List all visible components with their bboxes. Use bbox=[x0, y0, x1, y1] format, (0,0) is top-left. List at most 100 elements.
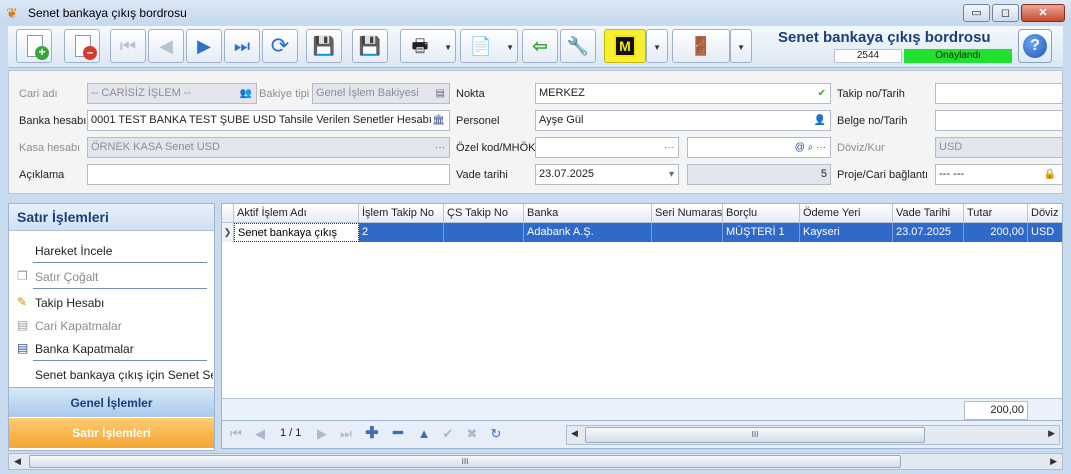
column-header-doviz[interactable]: Döviz bbox=[1028, 204, 1062, 223]
export-pdf-button[interactable]: 📄 ▼ bbox=[460, 29, 518, 63]
bakiye-tipi-field[interactable]: Genel İşlem Bakiyesi ▤ bbox=[312, 83, 450, 104]
column-header-vade-tarihi[interactable]: Vade Tarihi bbox=[893, 204, 964, 223]
tab-satir-islemleri[interactable]: Satır İşlemleri bbox=[9, 418, 214, 448]
doviz-kur-field[interactable]: USD bbox=[935, 137, 1063, 158]
delete-document-button[interactable]: – bbox=[64, 29, 100, 63]
table-row-cell[interactable]: USD bbox=[1028, 223, 1062, 242]
proje-value: --- --- bbox=[939, 168, 965, 180]
m-module-dropdown[interactable]: ▼ bbox=[646, 29, 668, 63]
grid-corner bbox=[222, 204, 234, 223]
scroll-right-icon[interactable]: ▶ bbox=[1048, 428, 1055, 439]
kasa-hesabi-field[interactable]: ÖRNEK KASA Senet USD ··· bbox=[87, 137, 450, 158]
table-row-cell[interactable]: 200,00 bbox=[964, 223, 1028, 242]
save-button[interactable]: 💾 bbox=[306, 29, 342, 63]
chevron-down-icon: ▼ bbox=[737, 43, 745, 52]
import-button[interactable]: ⇦ bbox=[522, 29, 558, 63]
previous-record-button[interactable]: ◀ bbox=[148, 29, 184, 63]
exit-button[interactable]: 🚪 bbox=[672, 29, 730, 63]
mhok-field[interactable]: @ ⌕ ··· bbox=[687, 137, 831, 158]
divider bbox=[33, 360, 207, 361]
new-document-button[interactable]: + bbox=[16, 29, 52, 63]
table-row-cell[interactable]: 23.07.2025 bbox=[893, 223, 964, 242]
maximize-button[interactable]: ◻ bbox=[992, 4, 1019, 22]
tab-genel-islemler[interactable]: Genel İşlemler bbox=[9, 387, 214, 417]
refresh-icon[interactable]: ↻ bbox=[486, 425, 506, 443]
grid-horizontal-scrollbar[interactable]: ◀ III ▶ bbox=[566, 425, 1060, 445]
last-row-icon[interactable]: ⏭ bbox=[336, 425, 356, 443]
table-row-cell[interactable]: Adabank A.Ş. bbox=[524, 223, 652, 242]
delete-row-icon[interactable]: ━ bbox=[388, 425, 408, 443]
side-item-senet-sec[interactable]: Senet bankaya çıkış için Senet Seç bbox=[35, 368, 213, 382]
table-row-cell[interactable] bbox=[652, 223, 723, 242]
side-item-hareket-incele[interactable]: Hareket İncele bbox=[35, 244, 112, 258]
cancel-icon[interactable]: ✖ bbox=[462, 425, 482, 443]
takip-no-field[interactable] bbox=[935, 83, 1063, 104]
column-header-tutar[interactable]: Tutar bbox=[964, 204, 1028, 223]
window-horizontal-scrollbar[interactable]: ◀ III ▶ bbox=[8, 453, 1063, 470]
current-closing-icon: ▤ bbox=[17, 318, 29, 332]
nokta-field[interactable]: MERKEZ ✔ bbox=[535, 83, 831, 104]
column-header-islem-takip-no[interactable]: İşlem Takip No bbox=[359, 204, 444, 223]
previous-row-icon[interactable]: ◀ bbox=[250, 425, 270, 443]
toolbar: + – ⏮ ◀ ▶ ⏭ ⟳ 💾 💾 🖶 ▼ 📄 ▼ ⇦ 🔧 M ▼ 🚪 ▼ Se… bbox=[8, 26, 1063, 68]
add-row-icon[interactable]: ✚ bbox=[362, 425, 382, 443]
aciklama-field[interactable] bbox=[87, 164, 450, 185]
side-item-banka-kapatmalar[interactable]: Banka Kapatmalar bbox=[35, 342, 134, 356]
print-button[interactable]: 🖶 ▼ bbox=[400, 29, 456, 63]
scroll-right-icon[interactable]: ▶ bbox=[1050, 456, 1057, 467]
minimize-button[interactable]: ▭ bbox=[963, 4, 990, 22]
lock-icon: 🔒 bbox=[1043, 169, 1056, 180]
vade-tarihi-field[interactable]: 23.07.2025 ▾ bbox=[535, 164, 679, 185]
move-up-icon[interactable]: ▲ bbox=[414, 425, 434, 443]
close-button[interactable]: ✕ bbox=[1021, 4, 1065, 22]
last-record-icon: ⏭ bbox=[233, 36, 251, 56]
belge-no-field[interactable] bbox=[935, 110, 1063, 131]
table-row-cell[interactable] bbox=[444, 223, 524, 242]
side-item-takip-hesabi[interactable]: Takip Hesabı bbox=[35, 296, 104, 310]
last-record-button[interactable]: ⏭ bbox=[224, 29, 260, 63]
m-module-button[interactable]: M bbox=[604, 29, 646, 63]
column-header-cs-takip-no[interactable]: ÇS Takip No bbox=[444, 204, 524, 223]
kasa-hesabi-value: ÖRNEK KASA Senet USD bbox=[91, 141, 220, 153]
cari-adi-label: Cari adı bbox=[19, 88, 58, 100]
help-button[interactable]: ? bbox=[1018, 29, 1052, 63]
vade-tarihi-label: Vade tarihi bbox=[456, 169, 508, 181]
ozel-kod-field[interactable]: ··· bbox=[535, 137, 679, 158]
table-row-cell[interactable]: MÜŞTERİ 1 bbox=[723, 223, 800, 242]
banka-hesabi-field[interactable]: 0001 TEST BANKA TEST ŞUBE USD Tahsile Ve… bbox=[87, 110, 450, 131]
help-icon: ? bbox=[1023, 34, 1047, 58]
tools-button[interactable]: 🔧 bbox=[560, 29, 596, 63]
cari-adi-field[interactable]: -- CARİSİZ İŞLEM -- 👥 bbox=[87, 83, 257, 104]
column-header-odeme-yeri[interactable]: Ödeme Yeri bbox=[800, 204, 893, 223]
ozel-kod-label: Özel kod/MHÖK bbox=[456, 142, 536, 154]
first-row-icon[interactable]: ⏮ bbox=[226, 425, 246, 443]
row-indicator-icon[interactable]: ❯ bbox=[222, 223, 234, 242]
refresh-button[interactable]: ⟳ bbox=[262, 29, 298, 63]
printer-icon: 🖶 bbox=[411, 36, 429, 56]
scroll-thumb[interactable]: III bbox=[585, 427, 925, 443]
column-header-aktif-islem-adi[interactable]: Aktif İşlem Adı bbox=[234, 204, 359, 223]
next-row-icon[interactable]: ▶ bbox=[312, 425, 332, 443]
table-row-cell[interactable]: Kayseri bbox=[800, 223, 893, 242]
confirm-icon[interactable]: ✔ bbox=[438, 425, 458, 443]
bank-closing-icon: ▤ bbox=[17, 341, 29, 355]
side-item-satir-cogalt[interactable]: Satır Çoğalt bbox=[35, 270, 98, 284]
exit-dropdown[interactable]: ▼ bbox=[730, 29, 752, 63]
table-row-cell[interactable]: 2 bbox=[359, 223, 444, 242]
scroll-left-icon[interactable]: ◀ bbox=[14, 456, 21, 467]
proje-field[interactable]: --- --- 🔒 bbox=[935, 164, 1063, 185]
personel-value: Ayşe Gül bbox=[539, 114, 584, 126]
vade-gun-field[interactable]: 5 bbox=[687, 164, 831, 185]
cancel-save-button[interactable]: 💾 bbox=[352, 29, 388, 63]
scroll-left-icon[interactable]: ◀ bbox=[571, 428, 578, 439]
next-record-button[interactable]: ▶ bbox=[186, 29, 222, 63]
proje-label: Proje/Cari bağlantı bbox=[837, 169, 929, 181]
first-record-button[interactable]: ⏮ bbox=[110, 29, 146, 63]
scroll-thumb[interactable]: III bbox=[29, 455, 901, 468]
side-item-cari-kapatmalar[interactable]: Cari Kapatmalar bbox=[35, 319, 122, 333]
table-row-cell[interactable]: Senet bankaya çıkış bbox=[234, 223, 359, 242]
column-header-seri-numarasi[interactable]: Seri Numarası bbox=[652, 204, 723, 223]
personel-field[interactable]: Ayşe Gül 👤 bbox=[535, 110, 831, 131]
column-header-banka[interactable]: Banka bbox=[524, 204, 652, 223]
column-header-borclu[interactable]: Borçlu bbox=[723, 204, 800, 223]
